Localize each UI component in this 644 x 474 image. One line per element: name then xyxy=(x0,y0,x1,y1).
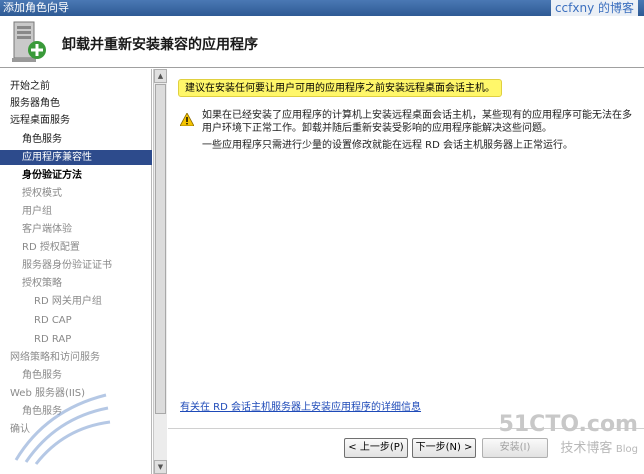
nav-scrollbar[interactable]: ▲ ▼ xyxy=(153,69,167,474)
nav-item-authorization-policies[interactable]: 授权策略 xyxy=(0,276,152,291)
nav-item-user-groups[interactable]: 用户组 xyxy=(0,204,152,219)
nav-item-rd-cap[interactable]: RD CAP xyxy=(0,313,152,328)
nav-item-server-roles[interactable]: 服务器角色 xyxy=(0,96,152,111)
scroll-thumb[interactable] xyxy=(155,84,166,414)
info-message: 一些应用程序只需进行少量的设置修改就能在远程 RD 会话主机服务器上正常运行。 xyxy=(202,140,574,151)
main-content: 建议在安装任何要让用户可用的应用程序之前安装远程桌面会话主机。 如果在已经安装了… xyxy=(168,69,644,429)
window-title: 添加角色向导 xyxy=(3,1,69,14)
blog-watermark: ccfxny 的博客 xyxy=(550,0,638,16)
scroll-up-arrow-icon[interactable]: ▲ xyxy=(154,69,167,83)
nav-item-network-policy-access[interactable]: 网络策略和访问服务 xyxy=(0,350,152,365)
install-button[interactable]: 安装(I) xyxy=(482,438,548,458)
nav-item-before-you-begin[interactable]: 开始之前 xyxy=(0,79,152,94)
nav-item-client-experience[interactable]: 客户端体验 xyxy=(0,222,152,237)
next-button[interactable]: 下一步(N) > xyxy=(412,438,476,458)
previous-button[interactable]: < 上一步(P) xyxy=(344,438,408,458)
nav-item-iis-role-services[interactable]: 角色服务 xyxy=(0,404,152,419)
nav-item-remote-desktop-services[interactable]: 远程桌面服务 xyxy=(0,113,152,128)
scroll-down-arrow-icon[interactable]: ▼ xyxy=(154,460,167,474)
window-titlebar: 添加角色向导 xyxy=(0,0,644,16)
nav-item-authentication-method[interactable]: 身份验证方法 xyxy=(0,168,152,183)
more-info-link[interactable]: 有关在 RD 会话主机服务器上安装应用程序的详细信息 xyxy=(180,398,421,413)
nav-item-confirmation[interactable]: 确认 xyxy=(0,422,152,437)
nav-item-rd-licensing-config[interactable]: RD 授权配置 xyxy=(0,240,152,255)
nav-item-rd-rap[interactable]: RD RAP xyxy=(0,332,152,347)
wizard-footer: < 上一步(P) 下一步(N) > 安装(I) xyxy=(168,428,644,474)
nav-item-server-auth-cert[interactable]: 服务器身份验证证书 xyxy=(0,258,152,273)
nav-item-rd-gateway-user-groups[interactable]: RD 网关用户组 xyxy=(0,294,152,309)
page-title: 卸载并重新安装兼容的应用程序 xyxy=(62,37,258,53)
nav-item-role-services[interactable]: 角色服务 xyxy=(0,132,152,147)
nav-item-application-compatibility[interactable]: 应用程序兼容性 xyxy=(0,150,152,165)
nav-item-web-server-iis[interactable]: Web 服务器(IIS) xyxy=(0,386,152,401)
wizard-nav: 开始之前 服务器角色 远程桌面服务 角色服务 应用程序兼容性 身份验证方法 授权… xyxy=(0,69,152,474)
warning-icon xyxy=(180,113,194,126)
nav-item-npas-role-services[interactable]: 角色服务 xyxy=(0,368,152,383)
warning-message: 如果在已经安装了应用程序的计算机上安装远程桌面会话主机，某些现有的应用程序可能无… xyxy=(202,110,632,134)
server-add-icon xyxy=(12,21,46,62)
recommendation-highlight: 建议在安装任何要让用户可用的应用程序之前安装远程桌面会话主机。 xyxy=(178,79,502,97)
wizard-header: 卸载并重新安装兼容的应用程序 xyxy=(0,16,644,68)
nav-item-licensing-mode[interactable]: 授权模式 xyxy=(0,186,152,201)
